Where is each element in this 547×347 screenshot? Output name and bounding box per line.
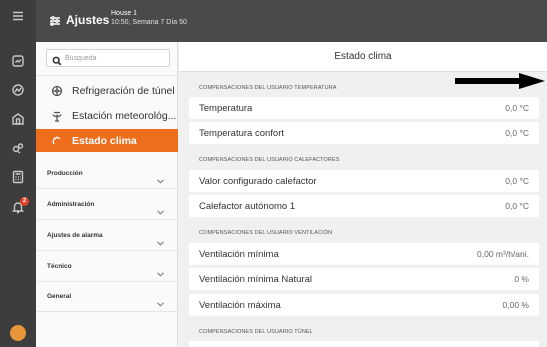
setting-row[interactable]: Ventilación máxima 0,00 % (189, 294, 539, 316)
sidebar-item-weather-station[interactable]: Estación meteorológ... (36, 104, 178, 127)
setting-row-partial (189, 341, 539, 347)
setting-label: Ventilación mínima Natural (199, 273, 312, 285)
setting-value: 0 % (514, 274, 529, 284)
graph-icon[interactable] (0, 76, 36, 104)
setting-value: 0,00 % (502, 300, 529, 310)
time-week-day: 10:50, Semana 7 Día 50 (111, 19, 187, 26)
setting-label: Ventilación máxima (199, 299, 281, 311)
calculator-icon[interactable] (0, 163, 36, 191)
setting-value: 0,0 °C (505, 176, 529, 186)
sidebar-item-climate-status[interactable]: Estado clima (36, 129, 178, 152)
animals-icon[interactable] (0, 134, 36, 162)
divider (36, 75, 178, 76)
annotation-arrow-icon (455, 73, 545, 89)
sun-icon (50, 134, 64, 148)
page-title: Ajustes (66, 13, 110, 27)
weather-station-icon (50, 109, 64, 123)
group-label: General (47, 293, 72, 300)
section-header: COMPENSACIONES DEL USUARIO TEMPERATURA (199, 85, 337, 91)
icon-rail: 2 (0, 0, 36, 347)
setting-value: 0,0 °C (505, 128, 529, 138)
section-header: COMPENSACIONES DEL USUARIO TÚNEL (199, 329, 313, 335)
sidebar-group-alarm-settings[interactable]: Ajustes de alarma (36, 221, 178, 251)
fan-icon (50, 84, 64, 98)
search-input[interactable] (65, 52, 165, 64)
setting-row[interactable]: Temperatura 0,0 °C (189, 97, 539, 119)
setting-value: 0,0 °C (505, 103, 529, 113)
sidebar-group-administracion[interactable]: Administración (36, 190, 178, 220)
section-header: COMPENSACIONES DEL USUARIO CALEFACTORES (199, 157, 340, 163)
sidebar-item-tunnel-cooling[interactable]: Refrigeración de túnel (36, 79, 178, 102)
app-header: Ajustes House 1 10:50, Semana 7 Día 50 (36, 0, 547, 42)
setting-label: Calefactor autónomo 1 (199, 200, 296, 212)
sidebar-group-general[interactable]: General (36, 282, 178, 312)
chevron-down-icon (157, 233, 164, 251)
user-avatar[interactable] (10, 325, 26, 341)
chevron-down-icon (157, 294, 164, 312)
search-icon (52, 53, 62, 71)
settings-sidebar: Refrigeración de túnel Estación meteorol… (36, 42, 178, 347)
group-label: Producción (47, 170, 83, 177)
settings-sliders-icon (48, 14, 62, 33)
setting-row[interactable]: Valor configurado calefactor 0,0 °C (189, 170, 539, 192)
alarm-count-badge: 2 (20, 197, 29, 206)
group-label: Administración (47, 201, 95, 208)
alarm-bell-icon[interactable]: 2 (0, 192, 36, 222)
sidebar-group-produccion[interactable]: Producción (36, 159, 178, 189)
group-label: Ajustes de alarma (47, 232, 103, 239)
chevron-down-icon (157, 171, 164, 189)
barn-icon[interactable] (0, 105, 36, 133)
setting-label: Temperatura (199, 102, 253, 114)
section-header: COMPENSACIONES DEL USUARIO VENTILACIÓN (199, 230, 333, 236)
sidebar-group-tecnico[interactable]: Técnico (36, 252, 178, 282)
setting-label: Temperatura confort (199, 127, 285, 139)
chevron-down-icon (157, 264, 164, 282)
chevron-down-icon (157, 202, 164, 220)
house-name: House 1 (111, 10, 138, 17)
setting-row[interactable]: Temperatura confort 0,0 °C (189, 122, 539, 144)
sidebar-item-label: Estación meteorológ... (72, 109, 177, 122)
menu-icon[interactable] (0, 0, 36, 32)
setting-label: Valor configurado calefactor (199, 175, 317, 187)
dashboard-icon[interactable] (0, 47, 36, 75)
setting-row[interactable]: Ventilación mínima 0,00 m³/h/ani. (189, 243, 539, 265)
setting-row[interactable]: Ventilación mínima Natural 0 % (189, 268, 539, 290)
setting-label: Ventilación mínima (199, 248, 279, 260)
setting-value: 0,0 °C (505, 201, 529, 211)
setting-value: 0,00 m³/h/ani. (477, 249, 529, 259)
search-box[interactable] (46, 49, 170, 67)
setting-row[interactable]: Calefactor autónomo 1 0,0 °C (189, 195, 539, 217)
group-label: Técnico (47, 263, 72, 270)
sidebar-item-label: Estado clima (72, 134, 137, 147)
sidebar-item-label: Refrigeración de túnel (72, 84, 175, 97)
section-title: Estado clima (179, 42, 547, 72)
